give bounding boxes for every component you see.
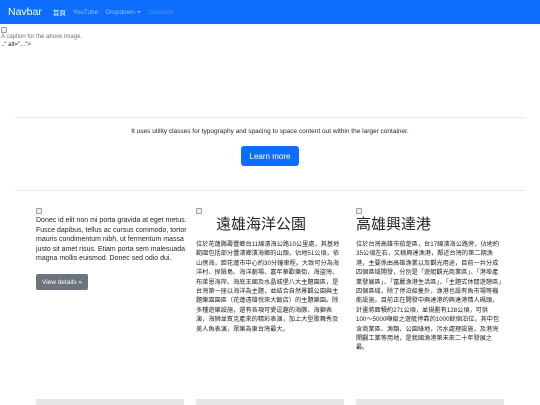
divider (15, 117, 525, 118)
nav-link-youtube[interactable]: YouTube (73, 9, 99, 16)
column-2-body: 位於花蓮縣壽豐鄉台11線濱海公路10公里處，其基地範圍包括部分豐濱鄉濱海鄉的山頭… (196, 241, 340, 333)
bottom-strip (356, 399, 504, 405)
bottom-strip (196, 399, 344, 405)
learn-more-button[interactable]: Learn more (241, 146, 299, 166)
broken-image-icon (1, 27, 7, 33)
column-1-text: Donec id elit non mi porta gravida at eg… (36, 217, 187, 263)
column-2: 遠雄海洋公園 位於花蓮縣壽豐鄉台11線濱海公路10公里處，其基地範圍包括部分豐濱… (196, 213, 344, 334)
divider (15, 190, 525, 191)
nav-dropdown-toggle[interactable]: Dropdown (105, 8, 142, 16)
column-1: Donec id elit non mi porta gravida at eg… (36, 216, 191, 264)
column-3: 高雄興達港 位於台灣高雄市茄萣區，台17線濱海公路旁，佔地約35公頃左右，又稱興… (356, 213, 504, 353)
view-details-button[interactable]: View details » (36, 274, 88, 290)
nav-dropdown-label: Dropdown (105, 8, 136, 16)
column-2-title: 遠雄海洋公園 (216, 215, 307, 233)
lead-text: It uses utility classes for typography a… (131, 128, 409, 135)
chevron-down-icon (137, 10, 142, 13)
bottom-strip (36, 399, 184, 405)
nav-link-home[interactable]: 首頁 (53, 7, 66, 17)
nav-link-disabled: Disabled (148, 8, 174, 16)
navbar-brand[interactable]: Navbar (8, 6, 42, 18)
figure-caption: A caption for the above image. (1, 34, 83, 40)
broken-markup-text: .." alt="..."> (1, 42, 31, 48)
broken-image-icon (36, 208, 42, 214)
column-3-body: 位於台灣高雄市茄萣區，台17線濱海公路旁，佔地約35公頃左右，又稱興達漁港，鄰近… (356, 241, 502, 352)
navbar: Navbar 首頁 YouTube Dropdown Disabled (0, 0, 540, 24)
column-3-title: 高雄興達港 (356, 215, 432, 233)
